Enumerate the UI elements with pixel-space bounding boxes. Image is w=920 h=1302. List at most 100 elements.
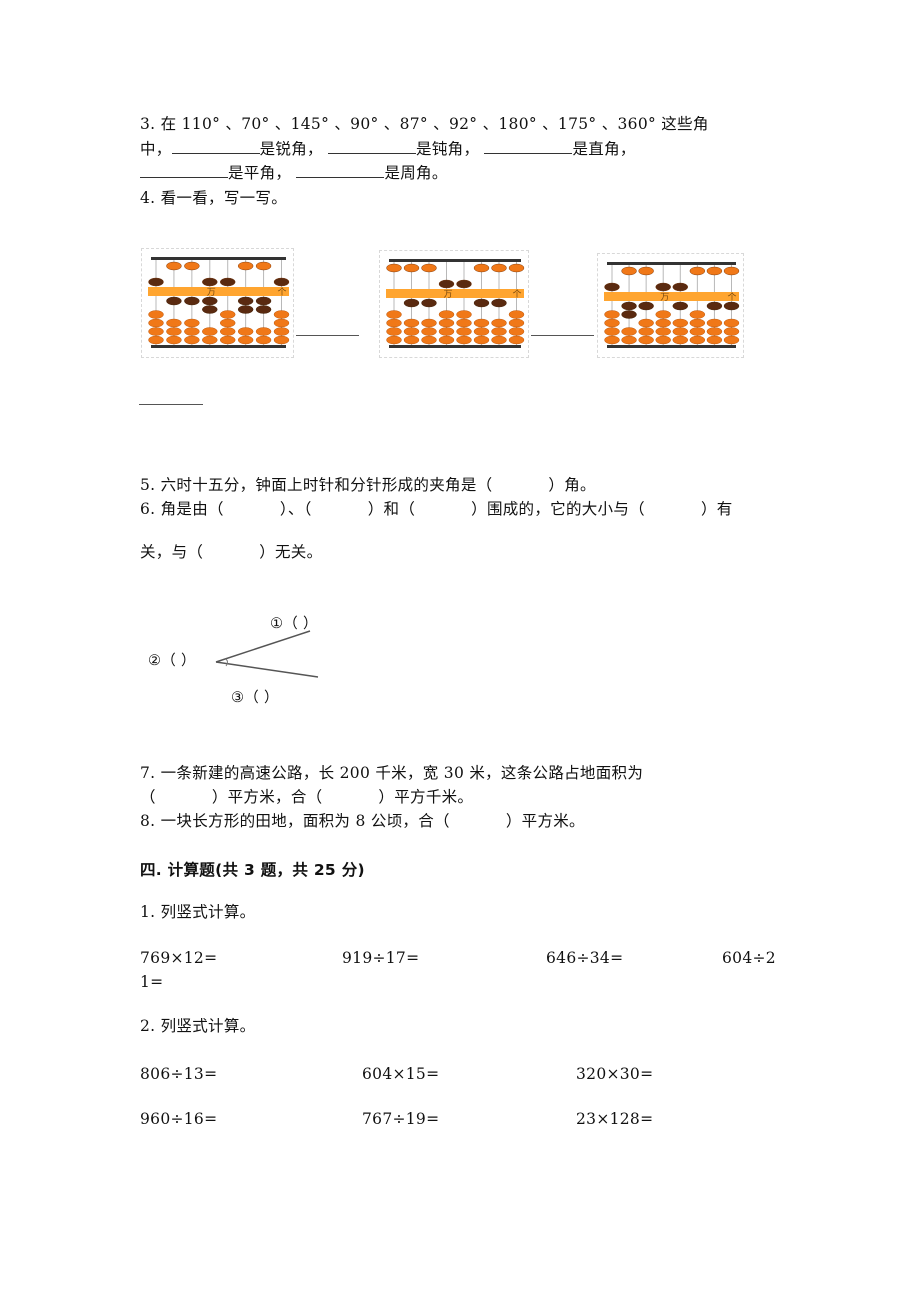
- abacus-bead-lower-idle: [148, 335, 164, 345]
- answer-line-abacus-3[interactable]: [139, 404, 203, 405]
- section-4-title: 四. 计算题(共 3 题，共 25 分): [140, 861, 365, 879]
- q5: 5. 六时十五分，钟面上时针和分针形成的夹角是（ ）角。: [140, 475, 596, 495]
- calc-q1-item-3: 646÷34=: [546, 949, 624, 967]
- abacus-bead-lower-idle: [604, 327, 620, 336]
- abacus-bead-lower-idle: [473, 318, 490, 328]
- abacus-bead-lower-idle: [403, 335, 420, 345]
- abacus-bead-lower-idle: [456, 335, 472, 345]
- abacus-bead-lower-idle: [421, 335, 437, 345]
- abacus-bead-lower-idle: [184, 335, 200, 345]
- abacus-label-wan: 万: [444, 290, 453, 300]
- calc-q2-item-4: 960÷16=: [140, 1110, 218, 1128]
- q6-part4: ）围成的，它的大小与（: [471, 500, 645, 518]
- q3-line3: 是平角， 是周角。: [140, 163, 448, 183]
- abacus-bead-lower-active: [421, 298, 437, 308]
- abacus-bead-upper: [220, 277, 236, 287]
- abacus-label-ge: 个: [728, 292, 737, 303]
- abacus-bead-lower-idle: [706, 335, 723, 345]
- answer-blank-acute[interactable]: [171, 139, 260, 154]
- abacus-bead-lower-idle: [655, 310, 671, 319]
- abacus-label-ge: 个: [513, 289, 522, 300]
- abacus-bead-lower-idle: [706, 327, 723, 336]
- answer-blank-right[interactable]: [484, 139, 573, 154]
- abacus-bead-upper: [184, 261, 200, 271]
- abacus-bead-lower-idle: [403, 318, 420, 328]
- q7-line1: 7. 一条新建的高速公路，长 200 千米，宽 30 米，这条公路占地面积为: [140, 764, 644, 782]
- abacus-bead-lower-idle: [672, 318, 688, 328]
- abacus-bead-lower-idle: [421, 327, 437, 336]
- abacus-bead-upper: [508, 263, 525, 273]
- abacus-label-wan: 万: [207, 288, 216, 298]
- angle-arc: [225, 658, 228, 667]
- abacus-bead-upper: [689, 266, 706, 276]
- abacus-beam: [386, 289, 524, 298]
- abacus-3: 万个: [597, 253, 744, 358]
- abacus-top-bar: [607, 262, 736, 265]
- q7-line2b: ）平方米，合（: [211, 788, 323, 806]
- q3-right-label: 是直角，: [572, 140, 636, 158]
- answer-blank-straight[interactable]: [140, 163, 228, 178]
- abacus-bead-upper: [255, 261, 272, 271]
- calc-q2-item-3: 320×30=: [576, 1065, 654, 1083]
- answer-line-abacus-2[interactable]: [531, 335, 594, 336]
- abacus-bead-lower-idle: [508, 335, 525, 345]
- abacus-bead-upper: [621, 266, 637, 276]
- abacus-bead-upper: [491, 263, 507, 273]
- abacus-bead-lower-idle: [491, 318, 507, 328]
- abacus-bead-lower-idle: [386, 310, 402, 319]
- abacus-bead-lower-active: [672, 301, 688, 311]
- abacus-bead-lower-idle: [184, 327, 200, 336]
- abacus-bead-lower-idle: [689, 327, 706, 336]
- abacus-2: 万个: [379, 250, 529, 358]
- q7-line2: （ ）平方米，合（ ）平方千米。: [140, 787, 473, 807]
- q5-suffix: ）角。: [548, 476, 596, 494]
- q6-line2b: ）无关。: [259, 543, 323, 561]
- q8: 8. 一块长方形的田地，面积为 8 公顷，合（ ）平方米。: [140, 811, 585, 831]
- q3-line2: 中， 是锐角， 是钝角， 是直角，: [140, 139, 636, 159]
- abacus-bead-lower-idle: [255, 335, 272, 345]
- abacus-bead-lower-idle: [604, 318, 620, 328]
- abacus-bead-lower-idle: [386, 327, 402, 336]
- answer-blank-full[interactable]: [296, 163, 385, 178]
- abacus-bead-lower-active: [473, 298, 490, 308]
- abacus-bead-lower-idle: [456, 327, 472, 336]
- abacus-bead-lower-active: [403, 298, 420, 308]
- abacus-bead-lower-idle: [491, 327, 507, 336]
- q6-part5: ）有: [700, 500, 733, 518]
- abacus-bottom-bar: [151, 345, 286, 348]
- abacus-bead-lower-idle: [184, 318, 200, 328]
- abacus-bead-lower-idle: [473, 327, 490, 336]
- answer-line-abacus-1[interactable]: [296, 335, 359, 336]
- abacus-beam: [604, 292, 739, 301]
- abacus-bead-lower-active: [723, 301, 740, 311]
- abacus-bead-lower-idle: [638, 335, 654, 345]
- abacus-bead-lower-idle: [689, 335, 706, 345]
- answer-blank-obtuse[interactable]: [328, 139, 417, 154]
- abacus-bead-upper: [655, 282, 671, 292]
- abacus-bead-lower-idle: [148, 318, 164, 328]
- abacus-bead-upper: [166, 261, 182, 271]
- abacus-bead-lower-idle: [491, 335, 507, 345]
- q7-line2c: ）平方千米。: [378, 788, 474, 806]
- abacus-bead-lower-idle: [604, 335, 620, 345]
- abacus-bead-lower-idle: [202, 327, 218, 336]
- abacus-bead-lower-idle: [438, 310, 455, 319]
- abacus-bead-lower-idle: [220, 335, 236, 345]
- abacus-beam: [148, 287, 289, 296]
- abacus-label-ge: 个: [278, 287, 287, 298]
- abacus-bead-lower-idle: [706, 318, 723, 328]
- angle-ray-2: [215, 661, 319, 678]
- q6-part2: ）、（: [279, 500, 312, 518]
- abacus-bead-lower-idle: [438, 318, 455, 328]
- abacus-bead-lower-idle: [508, 310, 525, 319]
- abacus-bead-upper: [604, 282, 620, 292]
- abacus-bead-upper: [638, 266, 654, 276]
- abacus-bead-lower-active: [621, 310, 637, 319]
- abacus-bead-lower-idle: [166, 335, 182, 345]
- calc-q2-title: 2. 列竖式计算。: [140, 1017, 256, 1035]
- abacus-bead-upper: [723, 266, 740, 276]
- q8-text: 8. 一块长方形的田地，面积为 8 公顷，合（: [140, 812, 450, 830]
- q5-text: 5. 六时十五分，钟面上时针和分针形成的夹角是（: [140, 476, 493, 494]
- abacus-bead-upper: [706, 266, 723, 276]
- abacus-bead-lower-active: [184, 296, 200, 306]
